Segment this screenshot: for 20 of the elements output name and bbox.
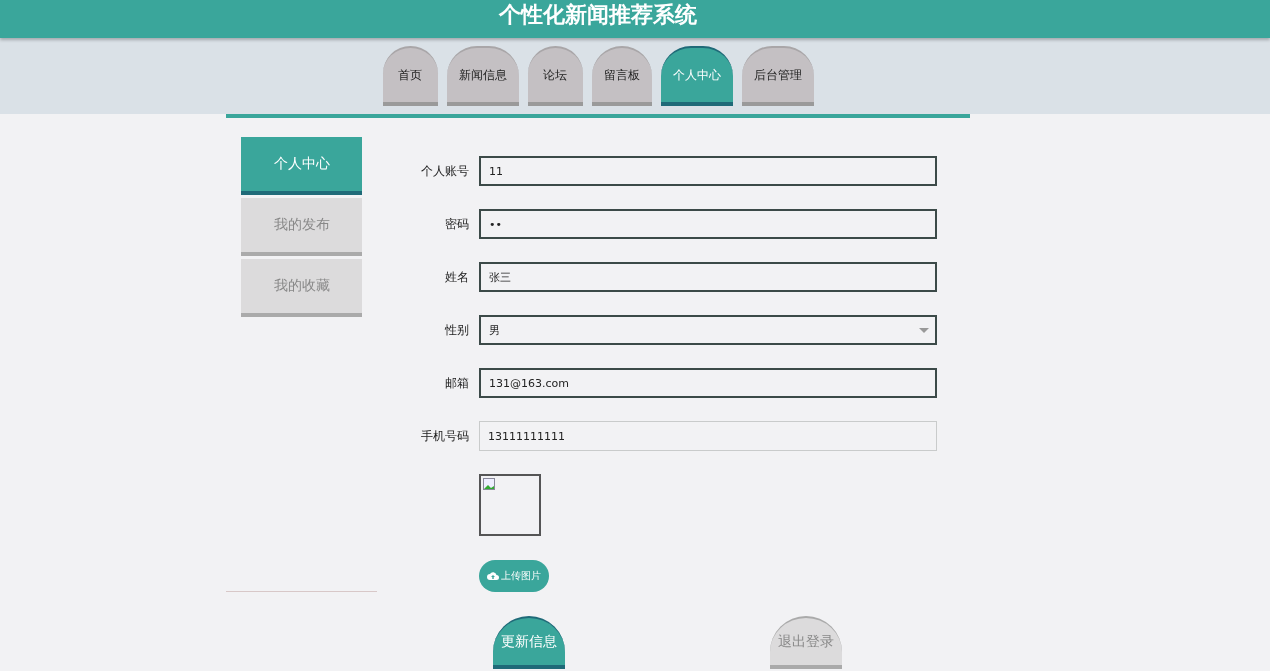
field-label: 姓名 bbox=[444, 268, 469, 286]
input-field[interactable]: 张三 bbox=[479, 262, 937, 292]
input-field[interactable]: 131@163.com bbox=[479, 368, 937, 398]
input-field[interactable]: •• bbox=[479, 209, 937, 239]
select-field[interactable]: 男 bbox=[479, 315, 937, 345]
cloud-upload-icon bbox=[487, 571, 499, 581]
field-label: 性别 bbox=[444, 321, 469, 339]
field-label: 个人账号 bbox=[420, 162, 469, 180]
site-title: 个性化新闻推荐系统 bbox=[499, 1, 697, 29]
nav-tab[interactable]: 新闻信息 bbox=[446, 46, 519, 106]
nav-tab[interactable]: 论坛 bbox=[527, 46, 583, 106]
broken-image-icon bbox=[483, 478, 495, 490]
input-field[interactable]: 11 bbox=[479, 156, 937, 186]
caret-icon bbox=[919, 328, 929, 333]
nav-tab[interactable]: 后台管理 bbox=[741, 46, 814, 106]
nav-tab[interactable]: 首页 bbox=[382, 46, 438, 106]
nav-tab[interactable]: 留言板 bbox=[591, 46, 652, 106]
field-label: 密码 bbox=[444, 215, 469, 233]
field-label: 手机号码 bbox=[420, 427, 469, 445]
field-label: 邮箱 bbox=[444, 374, 469, 392]
